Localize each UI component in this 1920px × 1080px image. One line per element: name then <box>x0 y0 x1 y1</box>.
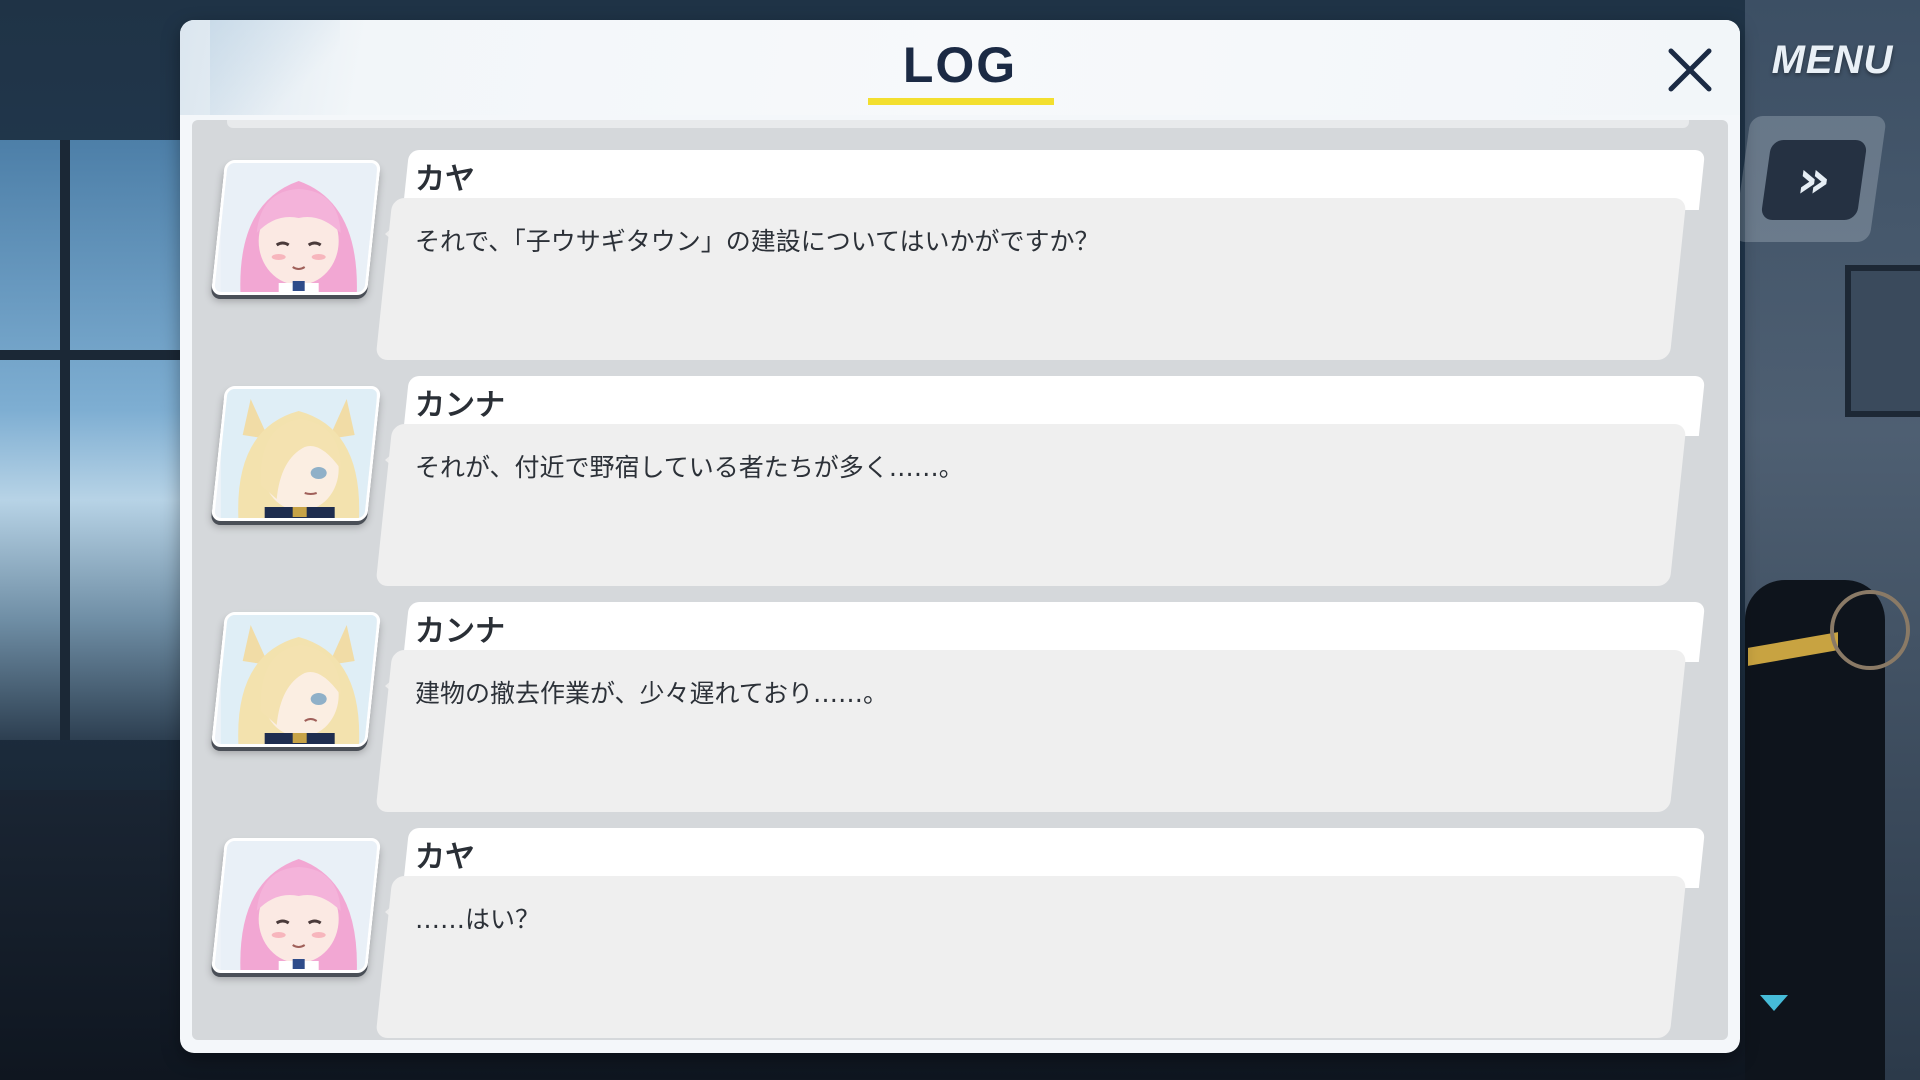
background-window <box>0 140 200 740</box>
dialogue-bubble: カンナ 建物の撤去作業が、少々遅れており……。 <box>375 602 1706 812</box>
character-portrait <box>210 386 382 521</box>
log-entry: カヤ それで、「子ウサギタウン」の建設についてはいかがですか？ <box>192 150 1728 375</box>
pink-hair-character-icon <box>220 163 377 295</box>
speaker-name: カヤ <box>415 840 475 875</box>
log-entry: カンナ 建物の撤去作業が、少々遅れており……。 <box>192 602 1728 827</box>
blonde-fox-ear-character-icon <box>220 389 377 521</box>
speaker-name: カンナ <box>415 388 505 423</box>
close-icon <box>1668 48 1712 92</box>
dialogue-text: それが、付近で野宿している者たちが多く……。 <box>415 453 964 482</box>
title-underline <box>868 98 1054 105</box>
panel-title: LOG <box>902 37 1018 93</box>
log-entry: カンナ それが、付近で野宿している者たちが多く……。 <box>192 376 1728 601</box>
character-portrait <box>210 838 382 973</box>
dialogue-bubble: カヤ ……はい？ <box>375 828 1706 1038</box>
dialogue-bubble: カヤ それで、「子ウサギタウン」の建設についてはいかがですか？ <box>375 150 1706 360</box>
character-portrait <box>210 160 382 295</box>
dialogue-bubble: カンナ それが、付近で野宿している者たちが多く……。 <box>375 376 1706 586</box>
log-entry: カヤ ……はい？ <box>192 828 1728 1040</box>
close-button[interactable] <box>1645 30 1735 110</box>
speaker-name: カンナ <box>415 614 505 649</box>
background-picture-frame <box>1845 265 1920 417</box>
list-divider <box>227 120 1689 128</box>
log-header: LOG <box>180 20 1740 115</box>
blonde-fox-ear-character-icon <box>220 615 377 747</box>
dialogue-text: 建物の撤去作業が、少々遅れており……。 <box>415 679 889 708</box>
log-list[interactable]: カヤ それで、「子ウサギタウン」の建設についてはいかがですか？ カンナ それが、… <box>192 120 1728 1040</box>
background-globe <box>1830 590 1910 670</box>
menu-button[interactable]: MENU <box>1745 30 1920 90</box>
speaker-name: カヤ <box>415 162 475 197</box>
dialogue-text: ……はい？ <box>415 905 541 934</box>
fast-forward-button[interactable]: » <box>1760 140 1868 220</box>
character-portrait <box>210 612 382 747</box>
pink-hair-character-icon <box>220 841 377 973</box>
fast-forward-icon: » <box>1792 150 1836 210</box>
scroll-down-icon[interactable] <box>1760 995 1788 1011</box>
log-panel: LOG カヤ それで、「子ウサギタウン」の建設についてはいかがですか？ カンナ … <box>180 20 1740 1053</box>
dialogue-text: それで、「子ウサギタウン」の建設についてはいかがですか？ <box>415 227 1100 256</box>
game-screen: MENU » LOG カヤ それで、「子ウサギタウン」の建設についてはいかがです… <box>0 0 1920 1080</box>
